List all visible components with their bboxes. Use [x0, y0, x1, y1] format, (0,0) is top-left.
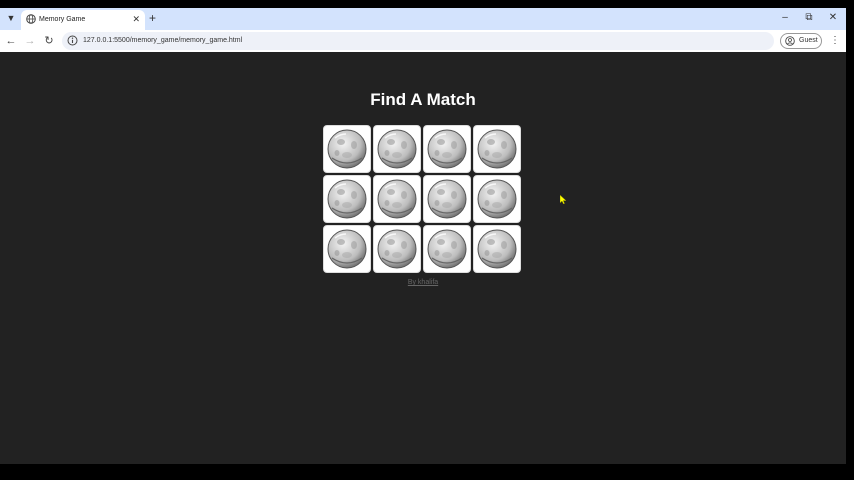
- globe-icon: [26, 14, 36, 24]
- card-grid: [323, 125, 523, 273]
- more-menu-icon[interactable]: ⋮: [830, 34, 840, 48]
- browser-window: ▼ Memory Game ✕ + – ⧉ ✕ ← → ↻ 127.0.0.1:…: [0, 8, 846, 464]
- moon-ball-icon: [477, 179, 517, 219]
- reload-icon[interactable]: ↻: [43, 34, 55, 48]
- site-info-icon[interactable]: [67, 35, 78, 46]
- memory-card[interactable]: [473, 125, 521, 173]
- moon-ball-icon: [377, 229, 417, 269]
- memory-card[interactable]: [323, 175, 371, 223]
- moon-ball-icon: [377, 129, 417, 169]
- memory-card[interactable]: [323, 225, 371, 273]
- memory-card[interactable]: [323, 125, 371, 173]
- restore-icon[interactable]: ⧉: [803, 11, 815, 25]
- memory-card[interactable]: [373, 225, 421, 273]
- close-window-icon[interactable]: ✕: [827, 11, 839, 25]
- memory-card[interactable]: [473, 225, 521, 273]
- moon-ball-icon: [327, 229, 367, 269]
- tab-title: Memory Game: [39, 16, 86, 23]
- memory-card[interactable]: [373, 125, 421, 173]
- moon-ball-icon: [477, 229, 517, 269]
- mouse-cursor-icon: [560, 195, 567, 204]
- back-arrow-icon[interactable]: ←: [5, 34, 17, 48]
- moon-ball-icon: [427, 129, 467, 169]
- page-viewport: Find A Match By khalifa: [0, 53, 846, 464]
- moon-ball-icon: [327, 179, 367, 219]
- profile-button[interactable]: Guest: [780, 33, 822, 49]
- credit-link[interactable]: By khalifa: [0, 278, 846, 288]
- memory-card[interactable]: [423, 175, 471, 223]
- profile-label: Guest: [799, 37, 818, 44]
- moon-ball-icon: [377, 179, 417, 219]
- browser-toolbar: ← → ↻ 127.0.0.1:5500/memory_game/memory_…: [0, 30, 846, 52]
- address-bar[interactable]: 127.0.0.1:5500/memory_game/memory_game.h…: [62, 32, 774, 50]
- tab-search-button[interactable]: ▼: [4, 11, 18, 25]
- new-tab-button[interactable]: +: [149, 10, 156, 26]
- url-text: 127.0.0.1:5500/memory_game/memory_game.h…: [83, 37, 243, 44]
- tab-close-icon[interactable]: ✕: [132, 13, 140, 26]
- moon-ball-icon: [477, 129, 517, 169]
- memory-card[interactable]: [423, 225, 471, 273]
- moon-ball-icon: [327, 129, 367, 169]
- browser-titlebar: ▼ Memory Game ✕ + – ⧉ ✕: [0, 8, 846, 30]
- tab-memory-game[interactable]: Memory Game ✕: [21, 10, 145, 30]
- account-icon: [785, 36, 795, 46]
- moon-ball-icon: [427, 179, 467, 219]
- memory-card[interactable]: [373, 175, 421, 223]
- memory-card[interactable]: [473, 175, 521, 223]
- page-title: Find A Match: [370, 90, 476, 109]
- minimize-icon[interactable]: –: [779, 11, 791, 25]
- forward-arrow-icon[interactable]: →: [24, 34, 36, 48]
- memory-card[interactable]: [423, 125, 471, 173]
- moon-ball-icon: [427, 229, 467, 269]
